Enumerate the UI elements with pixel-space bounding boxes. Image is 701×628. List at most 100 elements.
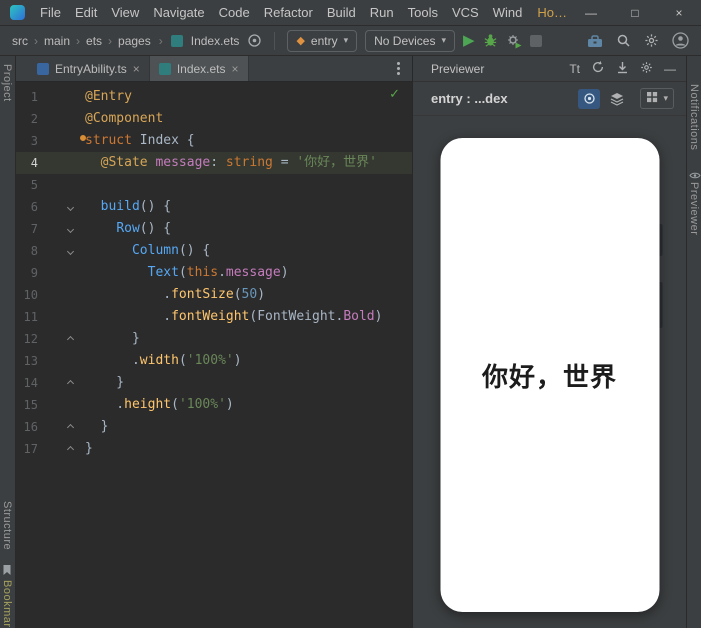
code-line[interactable]: 14 } bbox=[16, 372, 412, 394]
line-number: 15 bbox=[16, 394, 38, 416]
menu-edit[interactable]: Edit bbox=[68, 5, 104, 20]
bookmark-icon[interactable] bbox=[2, 564, 12, 579]
file-type-icon bbox=[159, 63, 171, 75]
stop-button[interactable] bbox=[530, 35, 542, 47]
tab-index-ets[interactable]: Index.ets× bbox=[150, 56, 249, 81]
menu-build[interactable]: Build bbox=[320, 5, 363, 20]
settings-gear-icon[interactable] bbox=[644, 33, 659, 48]
tab-close-icon[interactable]: × bbox=[133, 62, 140, 76]
menu-wind[interactable]: Wind bbox=[486, 5, 530, 20]
run-config-label: entry bbox=[311, 34, 338, 48]
editor[interactable]: 1 @Entry2@Component3struct Index {4 @Stat… bbox=[16, 82, 412, 628]
right-tool-strip: Notifications Previewer bbox=[686, 56, 701, 628]
entry-component-gutter-icon[interactable] bbox=[80, 135, 86, 141]
code-text: build() { bbox=[85, 196, 171, 218]
menu-view[interactable]: View bbox=[104, 5, 146, 20]
fold-marker-icon[interactable] bbox=[38, 218, 78, 240]
code-line[interactable]: 1 @Entry bbox=[16, 86, 412, 108]
code-line[interactable]: 15 .height('100%') bbox=[16, 394, 412, 416]
maximize-button[interactable]: □ bbox=[613, 6, 657, 20]
previewer-strip-icon[interactable] bbox=[689, 168, 701, 183]
preview-mode-icon[interactable] bbox=[578, 89, 600, 109]
tool-window-structure[interactable]: Structure bbox=[1, 501, 13, 550]
fold-marker-icon[interactable] bbox=[38, 438, 78, 460]
code-text: Column() { bbox=[85, 240, 210, 262]
fold-gutter bbox=[38, 284, 78, 306]
code-line[interactable]: 12 } bbox=[16, 328, 412, 350]
tab-close-icon[interactable]: × bbox=[232, 62, 239, 76]
search-icon[interactable] bbox=[616, 33, 631, 48]
fold-marker-icon[interactable] bbox=[38, 372, 78, 394]
code-line[interactable]: 2@Component bbox=[16, 108, 412, 130]
minimize-button[interactable]: — bbox=[569, 6, 613, 20]
code-line[interactable]: 9 Text(this.message) bbox=[16, 262, 412, 284]
breadcrumb-file[interactable]: Index.ets bbox=[191, 34, 240, 48]
fold-marker-icon[interactable] bbox=[38, 416, 78, 438]
fold-marker-icon[interactable] bbox=[38, 196, 78, 218]
tool-window-bookmarks[interactable]: Bookmarks bbox=[1, 580, 13, 628]
code-line[interactable]: 8 Column() { bbox=[16, 240, 412, 262]
previewer-header: Previewer Tt — bbox=[413, 56, 686, 82]
breadcrumb-separator: › bbox=[108, 34, 112, 48]
chevron-down-icon: ▾ bbox=[344, 35, 349, 46]
tool-window-previewer[interactable]: Previewer bbox=[688, 182, 700, 235]
breadcrumb-item[interactable]: pages bbox=[118, 34, 151, 48]
code-line[interactable]: 17} bbox=[16, 438, 412, 460]
menu-navigate[interactable]: Navigate bbox=[146, 5, 211, 20]
close-button[interactable]: × bbox=[657, 6, 701, 20]
tab-entryability-ts[interactable]: EntryAbility.ts× bbox=[28, 56, 150, 81]
code-area: 1 @Entry2@Component3struct Index {4 @Stat… bbox=[16, 82, 412, 460]
run-button[interactable]: ▶ bbox=[463, 33, 475, 48]
download-update-icon[interactable] bbox=[616, 61, 629, 77]
attach-profiler-button[interactable] bbox=[506, 33, 522, 49]
breadcrumb-item[interactable]: ets bbox=[86, 34, 102, 48]
kebab-menu-icon[interactable] bbox=[395, 60, 402, 77]
hide-panel-icon[interactable]: — bbox=[664, 62, 676, 76]
code-line[interactable]: 16 } bbox=[16, 416, 412, 438]
code-text: .height('100%') bbox=[85, 394, 234, 416]
run-config-select[interactable]: ◆ entry ▾ bbox=[287, 30, 357, 52]
code-line[interactable]: 4 @State message: string = '你好，世界' bbox=[16, 152, 412, 174]
fold-chevron-icon bbox=[67, 445, 74, 452]
code-text: @Entry bbox=[85, 86, 132, 108]
code-line[interactable]: 13 .width('100%') bbox=[16, 350, 412, 372]
device-select[interactable]: No Devices ▾ bbox=[365, 30, 455, 52]
font-scale-icon[interactable]: Tt bbox=[569, 62, 580, 76]
line-number: 1 bbox=[16, 86, 38, 108]
code-line[interactable]: 3struct Index { bbox=[16, 130, 412, 152]
fold-gutter bbox=[38, 306, 78, 328]
menu-code[interactable]: Code bbox=[212, 5, 257, 20]
app-logo-icon bbox=[10, 5, 25, 20]
tool-window-project[interactable]: Project bbox=[1, 64, 13, 102]
line-number: 2 bbox=[16, 108, 38, 130]
fold-gutter bbox=[38, 394, 78, 416]
breadcrumb-item[interactable]: src bbox=[12, 34, 28, 48]
code-line[interactable]: 7 Row() { bbox=[16, 218, 412, 240]
tool-window-notifications[interactable]: Notifications bbox=[688, 84, 700, 150]
menu-refactor[interactable]: Refactor bbox=[257, 5, 320, 20]
window-controls: — □ × bbox=[569, 6, 701, 20]
refresh-icon[interactable] bbox=[591, 60, 605, 77]
fold-marker-icon[interactable] bbox=[38, 240, 78, 262]
menu-file[interactable]: File bbox=[33, 5, 68, 20]
menu-tools[interactable]: Tools bbox=[401, 5, 445, 20]
code-line[interactable]: 5 bbox=[16, 174, 412, 196]
fold-gutter bbox=[38, 174, 78, 196]
avatar[interactable] bbox=[672, 32, 689, 49]
breadcrumb-item[interactable]: main bbox=[44, 34, 70, 48]
inspection-ok-icon[interactable]: ✓ bbox=[389, 86, 400, 102]
layout-grid-select[interactable]: ▾ bbox=[640, 88, 674, 109]
previewer-settings-icon[interactable] bbox=[640, 61, 653, 77]
debug-button[interactable] bbox=[483, 33, 498, 48]
device-manager-icon[interactable] bbox=[587, 34, 603, 48]
layers-icon[interactable] bbox=[606, 89, 628, 109]
menu-vcs[interactable]: VCS bbox=[445, 5, 486, 20]
code-line[interactable]: 10 .fontSize(50) bbox=[16, 284, 412, 306]
code-line[interactable]: 11 .fontWeight(FontWeight.Bold) bbox=[16, 306, 412, 328]
locate-target-icon[interactable] bbox=[247, 33, 262, 48]
code-line[interactable]: 6 build() { bbox=[16, 196, 412, 218]
fold-marker-icon[interactable] bbox=[38, 328, 78, 350]
code-text: .width('100%') bbox=[85, 350, 242, 372]
menu-run[interactable]: Run bbox=[363, 5, 401, 20]
code-text: .fontWeight(FontWeight.Bold) bbox=[85, 306, 382, 328]
